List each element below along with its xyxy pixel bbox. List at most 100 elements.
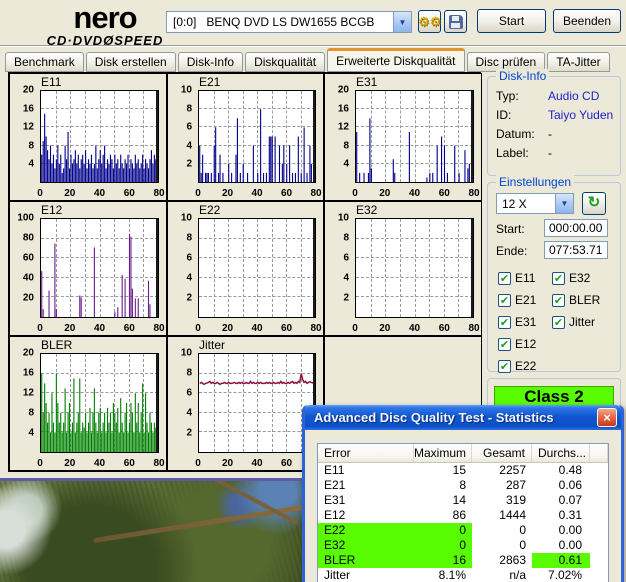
checkbox-icon[interactable]: ✔ bbox=[498, 360, 511, 373]
scan-position-marker bbox=[156, 219, 158, 317]
speed-combo[interactable]: 12 X ▼ bbox=[496, 193, 574, 214]
chart-e22: E22246810020406080 bbox=[167, 201, 324, 336]
chart-plot bbox=[198, 218, 316, 318]
checkbox-label: E22 bbox=[515, 359, 536, 373]
stats-cell: 0 bbox=[472, 538, 532, 553]
x-axis-labels: 0204060 bbox=[198, 456, 316, 469]
stats-cell: 0 bbox=[414, 538, 472, 553]
checkbox-e22[interactable]: ✔ E22 bbox=[498, 355, 536, 377]
stats-cell: 7.02% bbox=[532, 568, 590, 582]
chart-title: E11 bbox=[41, 75, 61, 89]
scan-position-marker bbox=[156, 91, 158, 182]
checkbox-e31[interactable]: ✔E31 bbox=[498, 311, 536, 333]
stats-row-e22[interactable]: E22000.00 bbox=[318, 523, 608, 538]
stats-column-header[interactable]: Durchs... bbox=[532, 444, 590, 462]
close-button[interactable]: × bbox=[597, 408, 617, 427]
stats-row-e21[interactable]: E2182870.06 bbox=[318, 478, 608, 493]
stats-row-jitter[interactable]: Jitter8.1%n/a7.02% bbox=[318, 568, 608, 582]
tab-diskqualit-t[interactable]: Diskqualität bbox=[245, 52, 325, 72]
stats-row-e32[interactable]: E32000.00 bbox=[318, 538, 608, 553]
disk-info-value: Audio CD bbox=[548, 87, 599, 106]
checkbox-bler[interactable]: ✔ BLER bbox=[552, 289, 600, 311]
checkbox-e21[interactable]: ✔E21 bbox=[498, 289, 536, 311]
start-time-field[interactable]: 000:00.00 bbox=[544, 219, 608, 237]
settings-button[interactable]: ⚙⚙ bbox=[418, 10, 441, 33]
checkbox-icon[interactable]: ✔ bbox=[498, 338, 511, 351]
stats-cell: 0 bbox=[414, 523, 472, 538]
quit-button[interactable]: Beenden bbox=[553, 9, 621, 33]
drive-selector-combo[interactable]: [0:0] BENQ DVD LS DW1655 BCGB ▼ bbox=[166, 11, 412, 33]
disk-info-row: Typ:Audio CD bbox=[496, 87, 616, 106]
chart-plot bbox=[198, 90, 316, 183]
checkbox-e32[interactable]: ✔E32 bbox=[552, 267, 600, 289]
stats-table: ErrorMaximumGesamtDurchs... E111522570.4… bbox=[317, 443, 609, 582]
checkbox-icon[interactable]: ✔ bbox=[552, 316, 565, 329]
chart-e21: E21246810020406080 bbox=[167, 73, 324, 201]
x-axis-labels: 020406080 bbox=[355, 186, 474, 199]
stats-row-e11[interactable]: E111522570.48 bbox=[318, 463, 608, 478]
stats-cell: 2257 bbox=[472, 463, 532, 478]
chart-e32: E32246810020406080 bbox=[324, 201, 482, 336]
stats-cell: BLER bbox=[318, 553, 414, 568]
desktop-wallpaper bbox=[0, 478, 307, 582]
stats-column-header[interactable]: Gesamt bbox=[472, 444, 532, 462]
stats-cell: E21 bbox=[318, 478, 414, 493]
stats-row-e31[interactable]: E31143190.07 bbox=[318, 493, 608, 508]
checkbox-jitter[interactable]: ✔Jitter bbox=[552, 311, 600, 333]
checkbox-icon[interactable]: ✔ bbox=[498, 272, 511, 285]
tab-benchmark[interactable]: Benchmark bbox=[5, 52, 84, 72]
chart-plot bbox=[355, 218, 474, 318]
stats-row-e12[interactable]: E128614440.31 bbox=[318, 508, 608, 523]
stats-cell: E31 bbox=[318, 493, 414, 508]
x-axis-labels: 020406080 bbox=[40, 186, 159, 199]
stats-column-header[interactable]: Maximum bbox=[414, 444, 472, 462]
checkbox-icon[interactable]: ✔ bbox=[552, 272, 565, 285]
disk-info-row: Datum:- bbox=[496, 125, 616, 144]
stats-cell: Jitter bbox=[318, 568, 414, 582]
checkbox-e11[interactable]: ✔E11 bbox=[498, 267, 536, 289]
disk-info-label: Label: bbox=[496, 144, 548, 163]
x-axis-labels: 020406080 bbox=[355, 321, 474, 334]
scan-position-marker bbox=[313, 91, 315, 182]
checkbox-icon[interactable]: ✔ bbox=[498, 316, 511, 329]
stats-cell: 0 bbox=[472, 523, 532, 538]
dropdown-arrow-icon[interactable]: ▼ bbox=[555, 194, 573, 213]
stats-cell: 319 bbox=[472, 493, 532, 508]
x-axis-labels: 020406080 bbox=[198, 321, 316, 334]
stats-cell: E32 bbox=[318, 538, 414, 553]
x-axis-labels: 020406080 bbox=[40, 456, 159, 469]
stats-row-bler[interactable]: BLER1628630.61 bbox=[318, 553, 608, 568]
chart-title: E12 bbox=[41, 203, 62, 217]
disk-info-rows: Typ:Audio CDID:Taiyo YudenDatum:-Label:- bbox=[496, 87, 616, 163]
checkbox-icon[interactable]: ✔ bbox=[552, 294, 565, 307]
close-icon: × bbox=[603, 410, 611, 425]
stats-column-header[interactable]: Error bbox=[318, 444, 414, 462]
start-time-label: Start: bbox=[496, 222, 525, 236]
dialog-titlebar[interactable]: Advanced Disc Quality Test - Statistics … bbox=[305, 405, 621, 430]
stats-cell: 16 bbox=[414, 553, 472, 568]
tab-erweiterte-diskqualit-t[interactable]: Erweiterte Diskqualität bbox=[327, 48, 464, 72]
stats-cell: E22 bbox=[318, 523, 414, 538]
chart-bler: BLER48121620020406080 bbox=[9, 336, 167, 471]
checkbox-icon[interactable]: ✔ bbox=[498, 294, 511, 307]
disk-info-value: - bbox=[548, 125, 552, 144]
tab-disk-erstellen[interactable]: Disk erstellen bbox=[86, 52, 176, 72]
checkbox-column-right: ✔E32✔BLER✔Jitter bbox=[552, 267, 600, 333]
stats-cell: 2863 bbox=[472, 553, 532, 568]
tab-ta-jitter[interactable]: TA-Jitter bbox=[547, 52, 609, 72]
chart-plot bbox=[40, 90, 159, 183]
dropdown-arrow-icon[interactable]: ▼ bbox=[393, 12, 411, 32]
refresh-button[interactable]: ↻ bbox=[582, 192, 606, 215]
speed-value: 12 X bbox=[497, 197, 555, 211]
stats-cell: 8 bbox=[414, 478, 472, 493]
stats-cell: 0.00 bbox=[532, 523, 590, 538]
start-button[interactable]: Start bbox=[477, 9, 546, 33]
tab-disk-info[interactable]: Disk-Info bbox=[178, 52, 243, 72]
end-time-field[interactable]: 077:53.71 bbox=[544, 241, 608, 259]
checkbox-e12[interactable]: ✔E12 bbox=[498, 333, 536, 355]
checkbox-label: BLER bbox=[569, 293, 600, 307]
save-button[interactable] bbox=[444, 10, 467, 33]
y-axis-labels: 20406080100 bbox=[10, 218, 37, 318]
chart-jitter: Jitter2468100204060 bbox=[167, 336, 324, 471]
y-axis-labels: 48121620 bbox=[10, 90, 37, 183]
